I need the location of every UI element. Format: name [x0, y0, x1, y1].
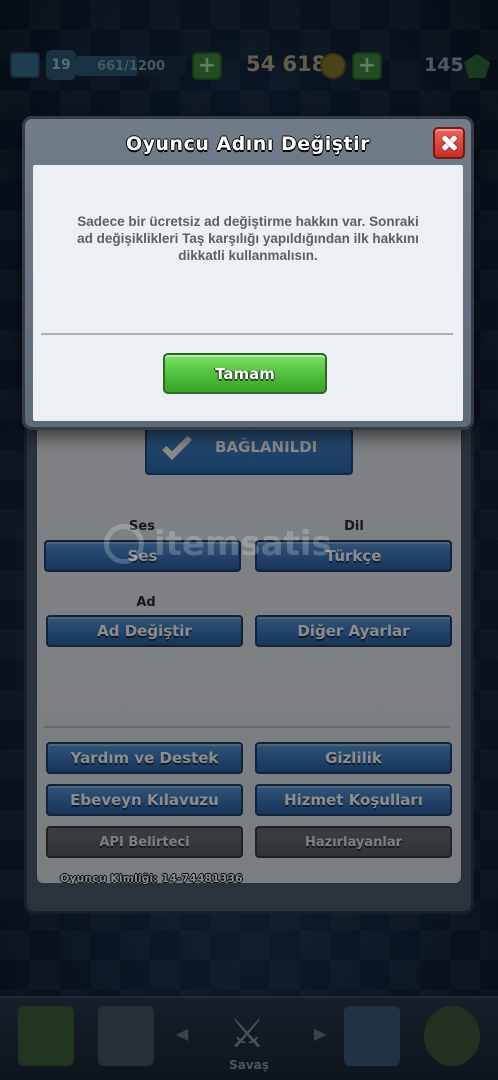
change-name-dialog: Oyuncu Adını Değiştir Sadece bir ücretsi… [22, 116, 474, 430]
close-icon [441, 135, 457, 151]
dialog-title: Oyuncu Adını Değiştir [125, 133, 370, 155]
watermark-text: itemsatis [154, 524, 332, 564]
dialog-divider [41, 333, 453, 335]
watermark-logo-icon [104, 524, 144, 564]
close-button[interactable] [433, 127, 465, 159]
ok-button[interactable]: Tamam [163, 353, 327, 394]
dialog-body: Sadece bir ücretsiz ad değiştirme hakkın… [33, 165, 463, 421]
dialog-message: Sadece bir ücretsiz ad değiştirme hakkın… [77, 214, 419, 263]
watermark: itemsatis [104, 524, 394, 564]
